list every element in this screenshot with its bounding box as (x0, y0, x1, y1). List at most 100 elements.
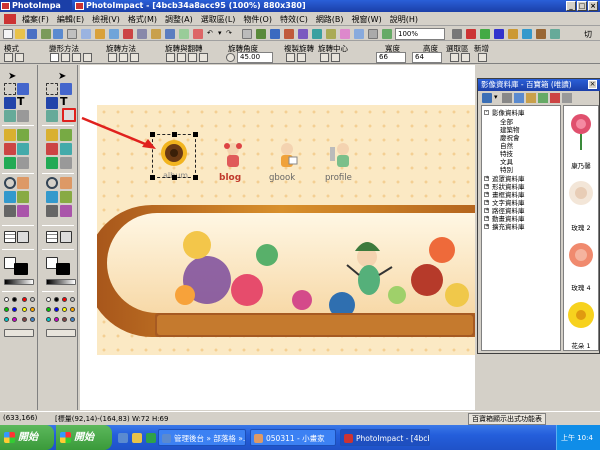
library-delete-icon[interactable] (550, 93, 560, 103)
transform-scale-icon[interactable] (61, 53, 70, 62)
text-effect-icon[interactable] (354, 29, 364, 39)
open-icon[interactable] (15, 29, 25, 39)
task-paint[interactable]: 050311 - 小畫家 (250, 429, 336, 446)
new-icon[interactable] (3, 29, 13, 39)
library-properties-icon[interactable] (562, 93, 572, 103)
zoom-tool-icon[interactable] (4, 177, 16, 189)
swatch-black[interactable] (54, 297, 59, 302)
menu-edit[interactable]: 編輯(E) (53, 14, 88, 25)
menu-effect[interactable]: 特效(C) (276, 14, 312, 25)
shape-tool-icon[interactable] (60, 205, 72, 217)
camera-icon[interactable] (53, 29, 63, 39)
rotate-180-icon[interactable] (130, 53, 139, 62)
scan-icon[interactable] (41, 29, 51, 39)
text-tool-icon[interactable]: T (17, 95, 29, 108)
swatch-cyan[interactable] (4, 317, 9, 322)
flip-horizontal-icon[interactable] (188, 53, 197, 62)
crop-tool-icon[interactable] (46, 110, 58, 122)
menu-selection[interactable]: 選取區(L) (197, 14, 240, 25)
menu-web[interactable]: 網路(B) (312, 14, 348, 25)
library-view-icon[interactable] (514, 93, 524, 103)
menu-format[interactable]: 格式(M) (124, 14, 161, 25)
center2-icon[interactable] (331, 53, 340, 62)
save-icon[interactable] (27, 29, 37, 39)
paste-icon[interactable] (151, 29, 161, 39)
preview-icon[interactable] (480, 29, 490, 39)
swatch-gray[interactable] (30, 297, 35, 302)
panel-tool-icon[interactable] (17, 231, 29, 243)
lasso-tool-icon[interactable] (60, 83, 72, 95)
nav-blog[interactable]: blog (213, 137, 253, 187)
swatch-white[interactable] (4, 297, 9, 302)
library-add-icon[interactable] (538, 93, 548, 103)
add-icon[interactable] (478, 53, 487, 62)
swatch-magenta[interactable] (54, 317, 59, 322)
fit-icon[interactable] (452, 29, 462, 39)
easy-palette-icon[interactable] (382, 29, 392, 39)
brush-tool-icon[interactable] (60, 191, 72, 203)
expand-icon[interactable]: + (484, 216, 489, 221)
grid-icon[interactable] (368, 29, 378, 39)
object-icon[interactable] (536, 29, 546, 39)
brush-tool-icon[interactable] (17, 191, 29, 203)
paint-tool-icon[interactable] (4, 129, 16, 141)
transform-perspective-icon[interactable] (83, 53, 92, 62)
swatch-green[interactable] (46, 307, 51, 312)
title-tab-1[interactable]: PhotoImpa (0, 0, 72, 12)
fill-tool-icon[interactable] (46, 157, 58, 169)
task-blog-admin[interactable]: 管理後台 » 部落格 »... (158, 429, 246, 446)
menu-file[interactable]: 檔案(F) (18, 14, 53, 25)
swatch-white[interactable] (46, 297, 51, 302)
copy-rotate2-icon[interactable] (297, 53, 306, 62)
transform-rotate-icon[interactable] (50, 53, 59, 62)
library-folder-icon[interactable] (526, 93, 536, 103)
grid-tool-icon[interactable] (4, 231, 16, 243)
flip-vertical-icon[interactable] (199, 53, 208, 62)
rotate-left-icon[interactable] (166, 53, 175, 62)
view-icon[interactable] (466, 29, 476, 39)
selection2-icon[interactable] (461, 53, 470, 62)
fill-tool-icon[interactable] (4, 157, 16, 169)
carnation-thumbnail[interactable] (566, 110, 596, 150)
foreground-color-swatch[interactable] (56, 263, 70, 275)
print-icon[interactable] (67, 29, 77, 39)
width-input[interactable]: 66 (376, 52, 406, 63)
delete-icon[interactable] (193, 29, 203, 39)
shape-tool-icon[interactable] (17, 205, 29, 217)
clone-tool-icon[interactable] (46, 143, 58, 155)
menu-adjust[interactable]: 調整(A) (161, 14, 197, 25)
menu-object[interactable]: 物件(O) (239, 14, 276, 25)
library-home-icon[interactable] (482, 93, 492, 103)
swatch-magenta[interactable] (12, 317, 17, 322)
zoom-select[interactable]: 100% (395, 28, 445, 40)
web-icon[interactable] (109, 29, 119, 39)
rose2-thumbnail[interactable] (566, 176, 596, 212)
nav-gbook[interactable]: gbook (265, 137, 309, 187)
flip-icon[interactable] (298, 29, 308, 39)
media-icon[interactable] (146, 433, 156, 443)
selection-icon[interactable] (450, 53, 459, 62)
library-back-icon[interactable] (502, 93, 512, 103)
nav-profile[interactable]: profile (321, 137, 365, 187)
effect-icon[interactable] (326, 29, 336, 39)
expand-icon[interactable]: + (484, 192, 489, 197)
panel-icon[interactable] (494, 29, 504, 39)
pick-tool-icon[interactable]: ➤ (58, 71, 70, 83)
stamp-tool-icon[interactable] (17, 157, 29, 169)
swatch-skyblue[interactable] (30, 317, 35, 322)
swatch-red[interactable] (22, 297, 27, 302)
swatch-brown[interactable] (22, 317, 27, 322)
mode-toggle[interactable] (46, 329, 76, 337)
collapse-icon[interactable]: - (484, 110, 489, 115)
minimize-button[interactable]: _ (566, 1, 576, 11)
rotate-angle-input[interactable]: 45.00 (237, 52, 273, 63)
swatch-blue[interactable] (12, 307, 17, 312)
dropdown-icon[interactable]: ▾ (494, 93, 498, 101)
rotate-free-icon[interactable] (108, 53, 117, 62)
center-icon[interactable] (320, 53, 329, 62)
retouch-tool-icon[interactable] (17, 129, 29, 141)
crop-tool-icon[interactable] (4, 110, 16, 122)
height-input[interactable]: 64 (412, 52, 442, 63)
tree-group-extension[interactable]: 擴充資料庫 (492, 221, 525, 231)
transform-skew-icon[interactable] (72, 53, 81, 62)
